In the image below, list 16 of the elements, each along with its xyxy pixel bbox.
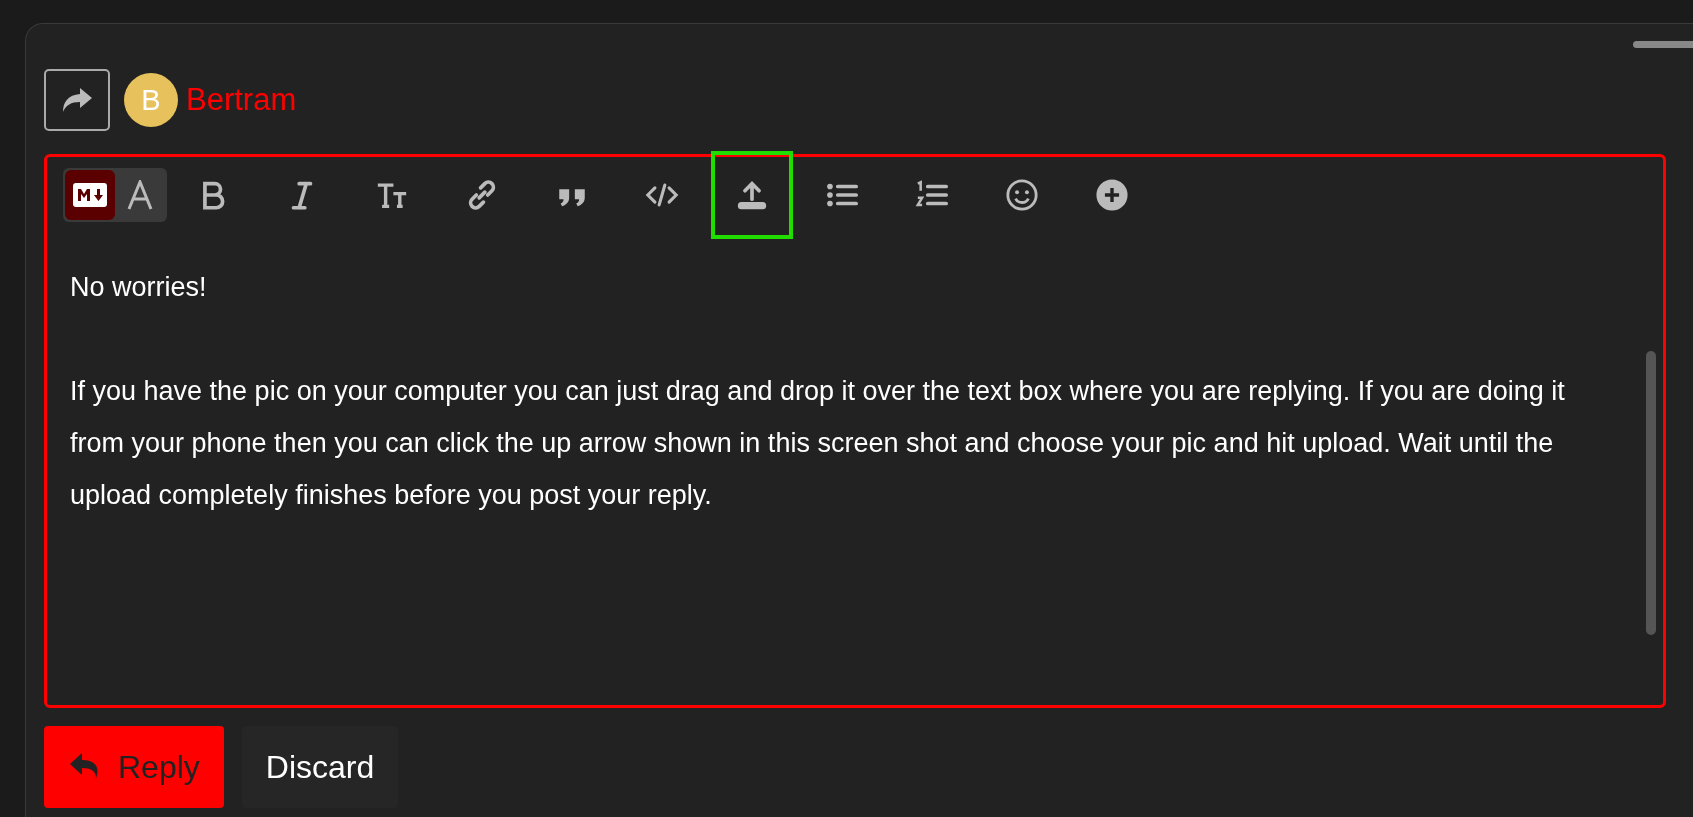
- message-paragraph: If you have the pic on your computer you can just drag and drop it over the text box where you are replying. If you are doing it from your phone then you can click the up arrow shown in this screen shot and choose your pic and hit upload. Wait until the upload completely finishes before you post your reply.: [70, 375, 1566, 512]
- share-button[interactable]: [44, 69, 110, 131]
- editor-box[interactable]: [44, 154, 1666, 708]
- share-icon: [60, 86, 94, 114]
- resize-handle[interactable]: [1633, 41, 1693, 48]
- scroll-thumb[interactable]: [1646, 351, 1656, 635]
- avatar: B: [124, 73, 178, 127]
- markdown-toggle[interactable]: [65, 170, 115, 220]
- emoji-icon: [1005, 178, 1039, 212]
- font-icon: [127, 180, 153, 210]
- discard-button[interactable]: Discard: [241, 726, 399, 808]
- reply-button[interactable]: Reply: [44, 726, 224, 808]
- username[interactable]: Bertram: [186, 82, 297, 118]
- markdown-icon: [73, 183, 107, 207]
- plus-icon: [1095, 178, 1129, 212]
- message-paragraph: No worries!: [70, 271, 208, 304]
